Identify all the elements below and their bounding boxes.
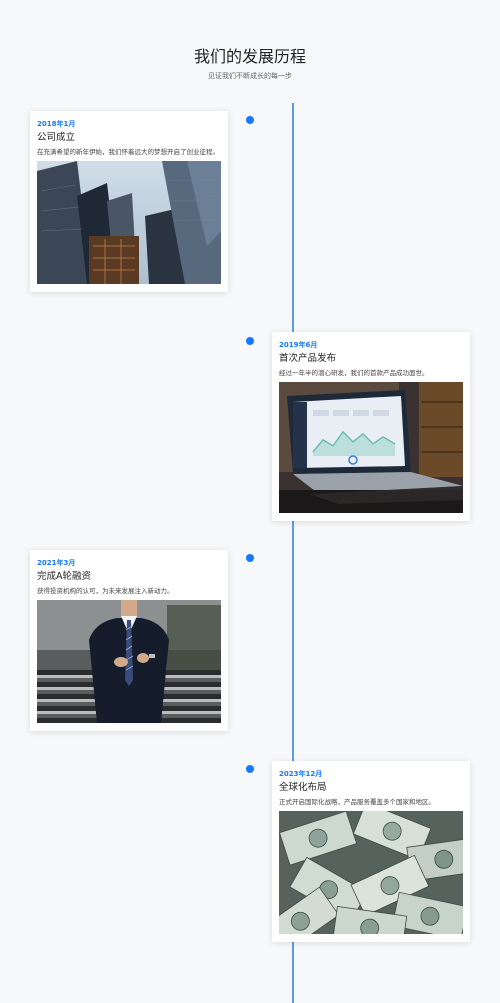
event-description: 在充满希望的新年伊始，我们怀着远大的梦想开启了创业征程。 xyxy=(37,148,219,156)
event-description: 获得投资机构的认可，为未来发展注入新动力。 xyxy=(37,587,174,595)
timeline-card: 2019年6月 首次产品发布 经过一年半的潜心研发，我们的首款产品成功面世。 xyxy=(272,332,470,521)
page-subtitle: 见证我们不断成长的每一步 xyxy=(208,72,292,80)
timeline-dot xyxy=(246,116,254,124)
page-title: 我们的发展历程 xyxy=(193,47,306,66)
event-date: 2021年3月 xyxy=(37,559,76,567)
city-skyscrapers-photo xyxy=(37,161,221,284)
timeline-dot xyxy=(246,554,254,562)
event-description: 正式开启国际化战略，产品服务覆盖多个国家和地区。 xyxy=(279,798,435,806)
event-description: 经过一年半的潜心研发，我们的首款产品成功面世。 xyxy=(279,369,429,377)
event-title: 首次产品发布 xyxy=(279,353,337,364)
dollar-bills-photo xyxy=(279,811,463,934)
page-header: 我们的发展历程 见证我们不断成长的每一步 xyxy=(0,46,500,81)
businessman-suit-photo xyxy=(37,600,221,723)
event-date: 2018年1月 xyxy=(37,120,76,128)
event-date: 2019年6月 xyxy=(279,341,318,349)
event-title: 全球化布局 xyxy=(279,782,327,793)
timeline-card: 2023年12月 全球化布局 正式开启国际化战略，产品服务覆盖多个国家和地区。 xyxy=(272,761,470,942)
event-date: 2023年12月 xyxy=(279,770,323,778)
event-title: 公司成立 xyxy=(37,132,76,143)
event-title: 完成A轮融资 xyxy=(37,571,91,582)
timeline-dot xyxy=(246,337,254,345)
laptop-dashboard-photo xyxy=(279,382,463,513)
timeline-card: 2018年1月 公司成立 在充满希望的新年伊始，我们怀着远大的梦想开启了创业征程… xyxy=(30,111,228,292)
timeline-card: 2021年3月 完成A轮融资 获得投资机构的认可，为未来发展注入新动力。 xyxy=(30,550,228,731)
timeline-dot xyxy=(246,765,254,773)
